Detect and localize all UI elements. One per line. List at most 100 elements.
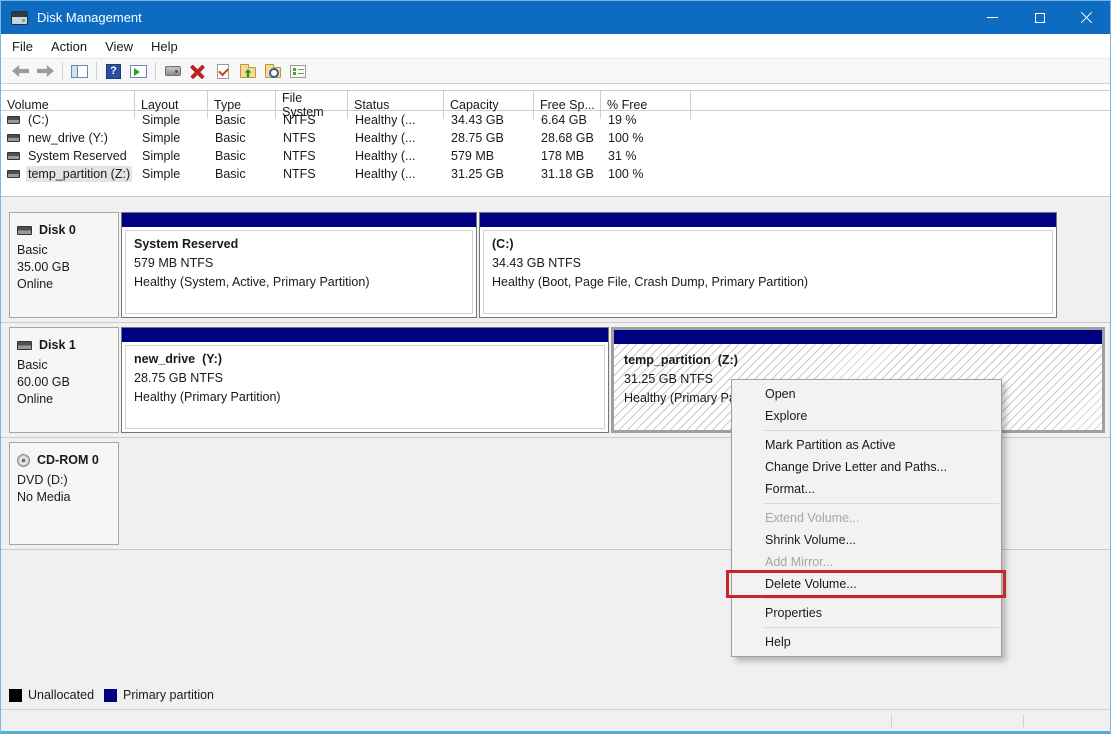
partition-title: System Reserved [134,235,464,254]
partition-title: temp_partition (Z:) [624,351,1092,370]
type-cell: Basic [208,131,276,145]
disk-size-label: 35.00 GB [17,259,112,276]
layout-cell: Simple [135,113,208,127]
legend-primary-partition: Primary partition [104,688,214,702]
disk-1-header[interactable]: Disk 1 Basic 60.00 GB Online [9,327,119,433]
partition-size: 579 MB NTFS [134,254,464,273]
context-menu-separator [764,503,999,504]
view-options-button[interactable] [285,60,310,83]
volume-row-new-drive[interactable]: new_drive (Y:) Simple Basic NTFS Healthy… [1,129,1110,147]
help-icon: ? [106,64,121,79]
context-menu-mark-partition-active[interactable]: Mark Partition as Active [732,434,1001,456]
maximize-icon [1035,13,1045,23]
delete-button[interactable] [185,60,210,83]
file-system-cell: NTFS [276,167,348,181]
primary-partition-swatch [104,689,117,702]
volume-row-system-reserved[interactable]: System Reserved Simple Basic NTFS Health… [1,147,1110,165]
partition-c[interactable]: (C:) 34.43 GB NTFS Healthy (Boot, Page F… [479,212,1057,318]
partition-status: Healthy (System, Active, Primary Partiti… [134,273,464,292]
pct-free-cell: 100 % [601,131,691,145]
cdrom-media-label: No Media [17,489,112,506]
volume-icon [7,170,20,178]
type-cell: Basic [208,167,276,181]
context-menu-help[interactable]: Help [732,631,1001,653]
partition-new-drive[interactable]: new_drive (Y:) 28.75 GB NTFS Healthy (Pr… [121,327,609,433]
capacity-cell: 34.43 GB [444,113,534,127]
layout-cell: Simple [135,167,208,181]
partition-size: 34.43 GB NTFS [492,254,1044,273]
menu-file[interactable]: File [3,37,42,56]
partition-title: new_drive (Y:) [134,350,596,369]
folder-up-button[interactable] [235,60,260,83]
folder-search-button[interactable] [260,60,285,83]
status-cell: Healthy (... [348,113,444,127]
capacity-cell: 31.25 GB [444,167,534,181]
disk-icon [17,341,32,350]
task-list-icon [290,65,306,78]
file-system-cell: NTFS [276,113,348,127]
volume-row-temp-partition[interactable]: temp_partition (Z:) Simple Basic NTFS He… [1,165,1110,183]
partition-status: Healthy (Boot, Page File, Crash Dump, Pr… [492,273,1044,292]
file-system-cell: NTFS [276,131,348,145]
partition-system-reserved[interactable]: System Reserved 579 MB NTFS Healthy (Sys… [121,212,477,318]
status-cell: Healthy (... [348,149,444,163]
partition-context-menu: Open Explore Mark Partition as Active Ch… [731,379,1002,657]
device-properties-button[interactable] [160,60,185,83]
status-cell: Healthy (... [348,167,444,181]
free-space-cell: 31.18 GB [534,167,601,181]
disk-drive-icon[interactable] [11,11,28,25]
context-menu-format[interactable]: Format... [732,478,1001,500]
window-controls [969,1,1110,34]
pct-free-cell: 100 % [601,167,691,181]
cd-icon [17,454,30,467]
volume-name-cell: new_drive (Y:) [1,130,135,146]
minimize-button[interactable] [969,1,1016,34]
free-space-cell: 6.64 GB [534,113,601,127]
show-action-pane-button[interactable] [126,60,151,83]
type-cell: Basic [208,113,276,127]
maximize-button[interactable] [1016,1,1063,34]
menu-bar: File Action View Help [1,34,1110,58]
primary-partition-bar [480,213,1056,227]
menu-help[interactable]: Help [142,37,187,56]
menu-view[interactable]: View [96,37,142,56]
disk-status-label: Online [17,276,112,293]
toolbar: ? [1,58,1110,84]
context-menu-separator [764,598,999,599]
primary-partition-bar [122,328,608,342]
help-button[interactable]: ? [101,60,126,83]
type-cell: Basic [208,149,276,163]
menu-action[interactable]: Action [42,37,96,56]
disk-0-partitions: System Reserved 579 MB NTFS Healthy (Sys… [121,212,1105,318]
context-menu-open[interactable]: Open [732,383,1001,405]
context-menu-explore[interactable]: Explore [732,405,1001,427]
legend-label: Primary partition [123,688,214,702]
context-menu-delete-volume[interactable]: Delete Volume... [732,573,1001,595]
mark-active-button[interactable] [210,60,235,83]
pct-free-cell: 19 % [601,113,691,127]
back-button[interactable] [8,60,33,83]
disk-0-header[interactable]: Disk 0 Basic 35.00 GB Online [9,212,119,318]
context-menu-properties[interactable]: Properties [732,602,1001,624]
partition-size: 28.75 GB NTFS [134,369,596,388]
disk-name-label: CD-ROM 0 [37,452,99,469]
volume-list-panel: Volume Layout Type File System Status Ca… [1,84,1110,197]
volume-name-cell: temp_partition (Z:) [1,166,135,182]
cdrom-0-header[interactable]: CD-ROM 0 DVD (D:) No Media [9,442,119,545]
partition-info: new_drive (Y:) 28.75 GB NTFS Healthy (Pr… [125,345,605,429]
close-button[interactable] [1063,1,1110,34]
status-bar [1,709,1110,731]
volume-table-header: Volume Layout Type File System Status Ca… [1,90,1110,111]
forward-button[interactable] [33,60,58,83]
show-console-tree-button[interactable] [67,60,92,83]
delete-x-icon [190,64,205,79]
layout-cell: Simple [135,149,208,163]
context-menu-shrink-volume[interactable]: Shrink Volume... [732,529,1001,551]
disk-size-label: 60.00 GB [17,374,112,391]
context-menu-change-drive-letter[interactable]: Change Drive Letter and Paths... [732,456,1001,478]
folder-search-icon [265,67,281,78]
disk-0-row: Disk 0 Basic 35.00 GB Online System Rese… [1,210,1110,323]
check-document-icon [217,64,229,79]
primary-partition-bar [122,213,476,227]
legend-unallocated: Unallocated [9,688,94,702]
